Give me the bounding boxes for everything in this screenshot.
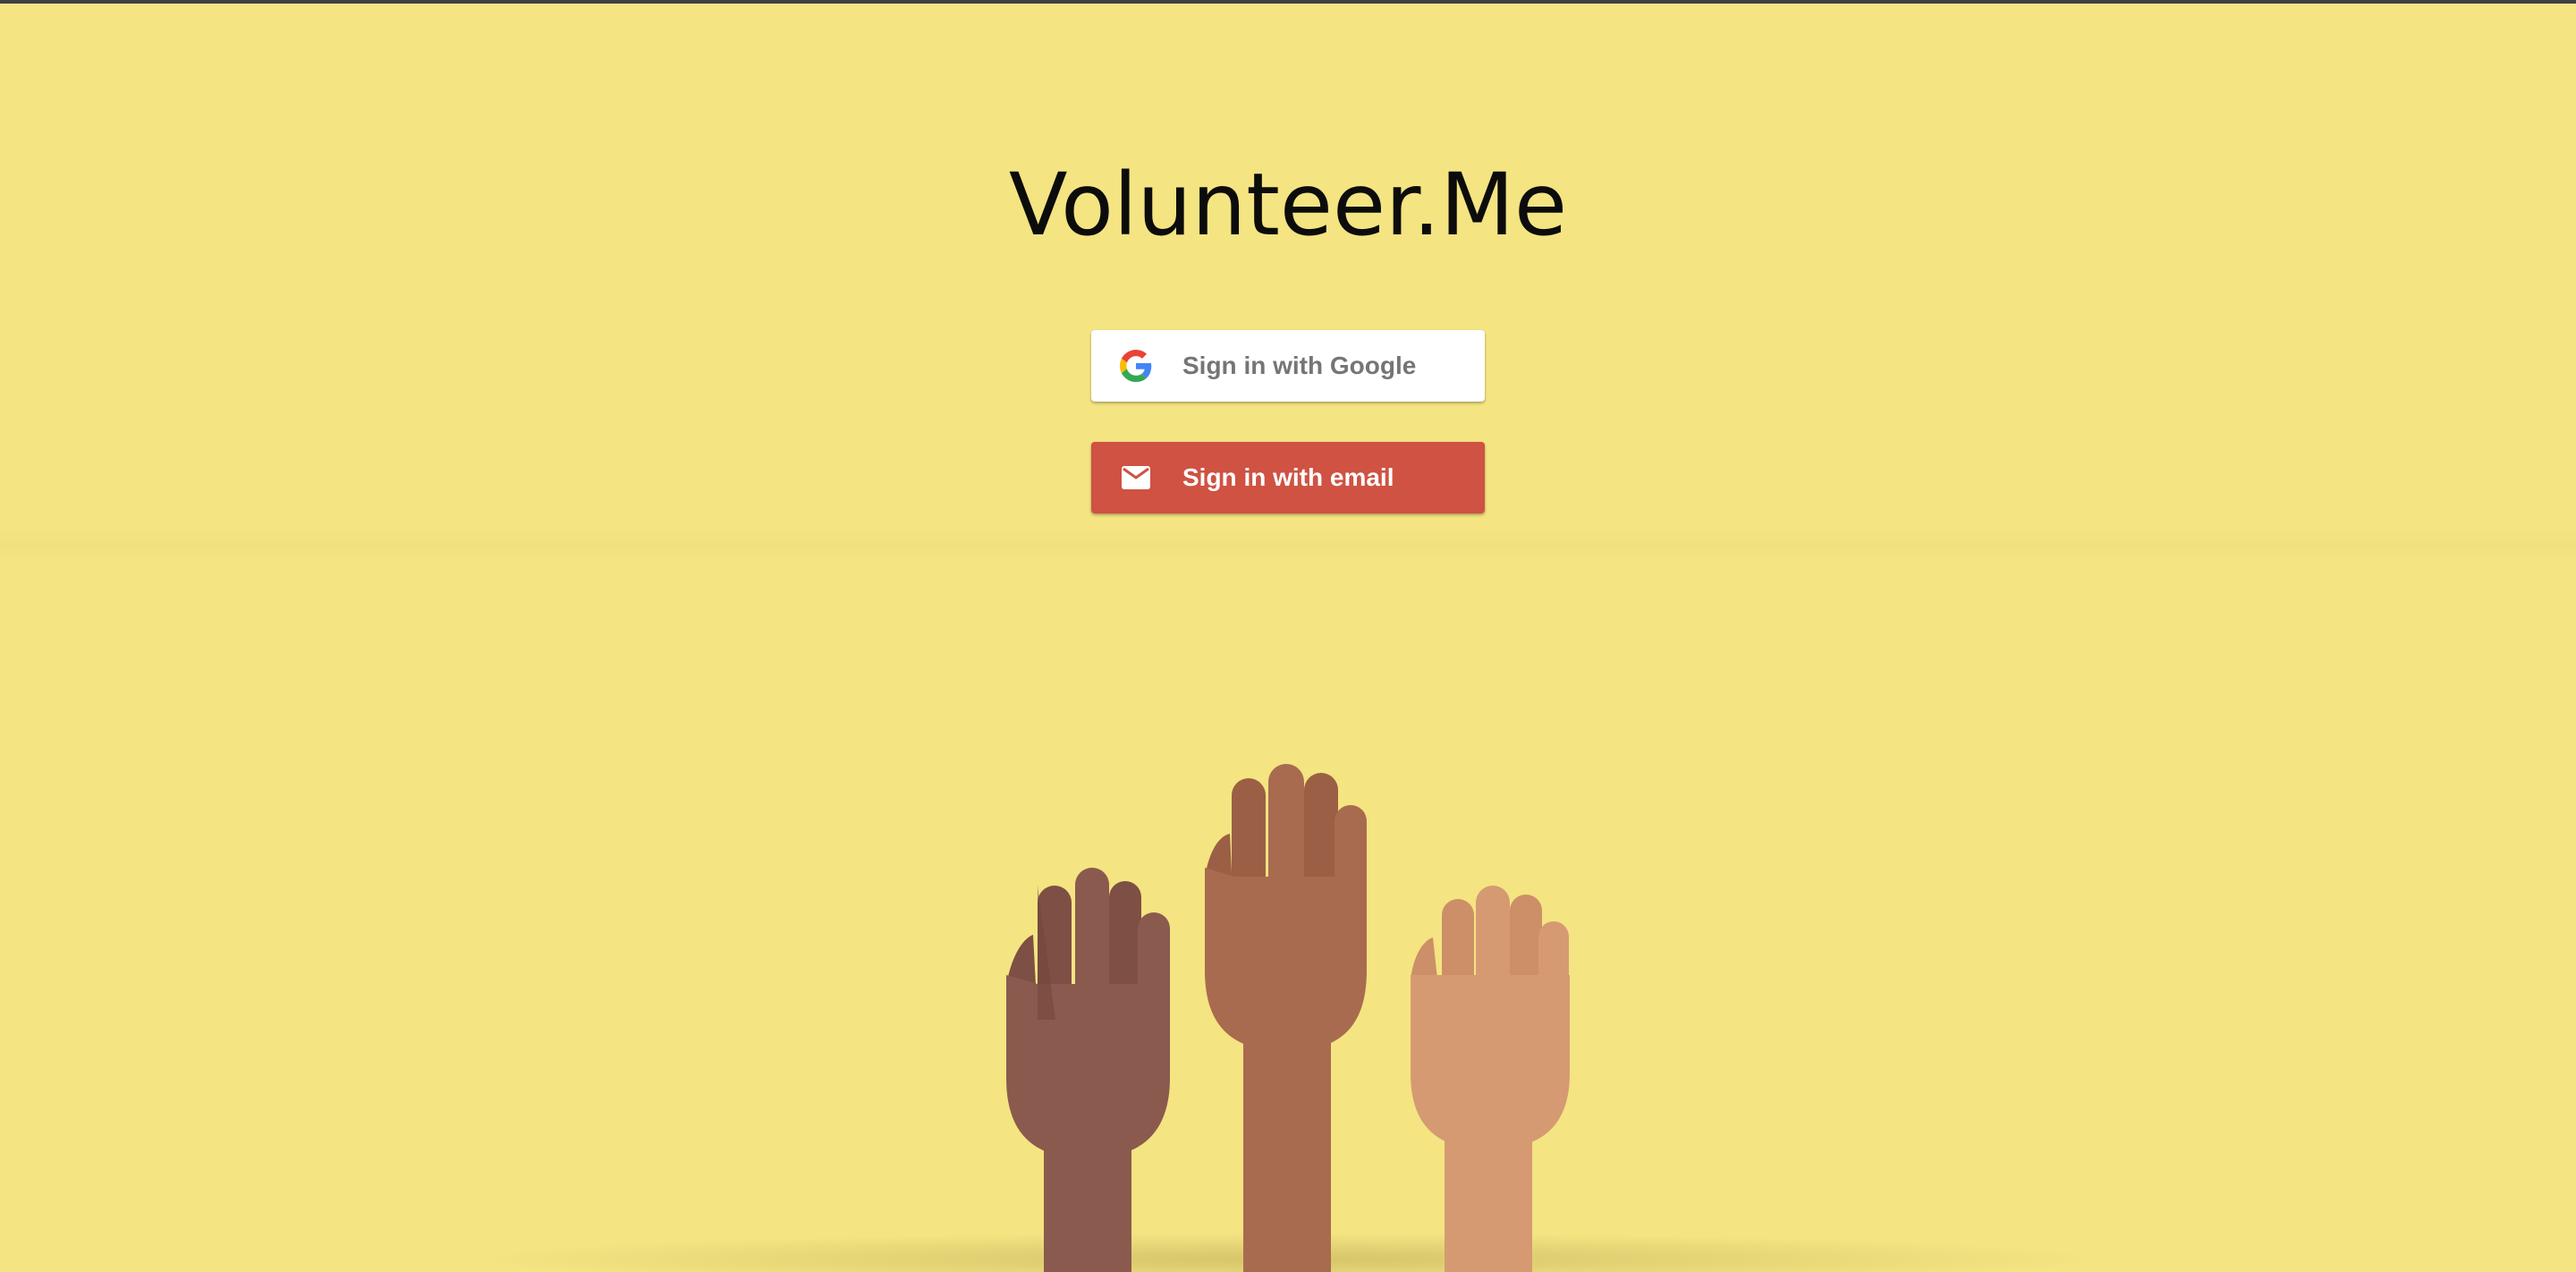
sign-in-email-button[interactable]: Sign in with email bbox=[1091, 442, 1485, 513]
sign-in-google-label: Sign in with Google bbox=[1182, 352, 1417, 379]
left-hand bbox=[1006, 868, 1170, 1272]
background-band bbox=[0, 528, 2576, 564]
app-title: Volunteer.Me bbox=[1008, 155, 1568, 256]
google-g-icon bbox=[1118, 348, 1154, 384]
raised-hands-illustration bbox=[1006, 764, 1570, 1272]
sign-in-email-label: Sign in with email bbox=[1182, 463, 1394, 491]
right-hand bbox=[1411, 886, 1570, 1272]
middle-hand bbox=[1205, 764, 1367, 1272]
envelope-icon bbox=[1118, 460, 1154, 496]
sign-in-google-button[interactable]: Sign in with Google bbox=[1091, 330, 1485, 402]
window-top-border bbox=[0, 0, 2576, 4]
